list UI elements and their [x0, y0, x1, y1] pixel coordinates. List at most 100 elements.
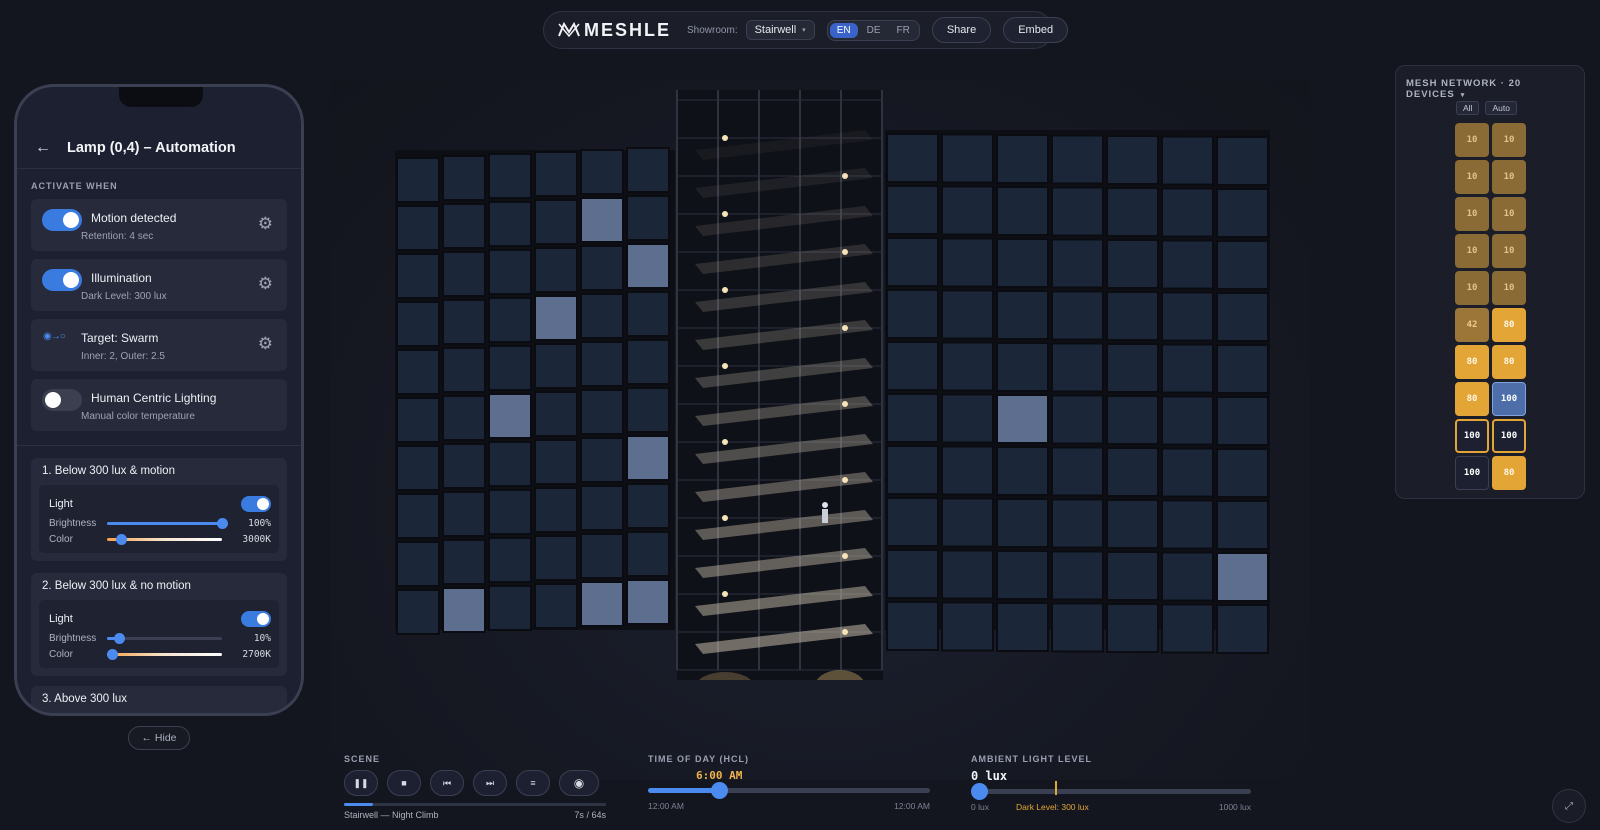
facade-panel — [886, 601, 939, 651]
ambient-min-label: 0 lux — [971, 802, 989, 812]
scene-label: SCENE — [344, 754, 381, 764]
light-toggle[interactable] — [241, 611, 271, 627]
mesh-device-cell[interactable]: 80 — [1455, 382, 1489, 416]
color-knob[interactable] — [106, 648, 118, 660]
facade-panel — [442, 203, 486, 249]
filter-auto[interactable]: Auto — [1485, 101, 1517, 115]
mesh-device-cell[interactable]: 10 — [1492, 123, 1526, 157]
scene-progress[interactable] — [344, 803, 606, 806]
mesh-device-cell[interactable]: 10 — [1492, 271, 1526, 305]
mesh-device-cell[interactable]: 80 — [1492, 345, 1526, 379]
share-button[interactable]: Share — [931, 17, 992, 43]
ceiling-light — [722, 211, 728, 217]
dark-level-label: Dark Level: 300 lux — [1016, 802, 1089, 812]
facade-panel — [1051, 290, 1104, 341]
ambient-light-label: AMBIENT LIGHT LEVEL — [971, 754, 1092, 764]
facade-panel — [941, 237, 994, 288]
list-button[interactable]: ≡ — [516, 770, 550, 796]
time-of-day-control: TIME OF DAY (HCL) 6:00 AM 12:00 AM 12:00… — [648, 754, 930, 811]
mesh-device-cell[interactable]: 10 — [1455, 160, 1489, 194]
facade-panel — [1161, 551, 1214, 602]
facade-panel — [1161, 239, 1214, 290]
mesh-network-panel: MESH NETWORK · 20 DEVICES ▾ All Auto 10 10… — [1395, 65, 1585, 499]
facade-panel — [626, 243, 670, 289]
view-button[interactable]: ◉ — [559, 770, 599, 796]
mesh-device-cell[interactable]: 10 — [1492, 197, 1526, 231]
mesh-device-cell[interactable]: 80 — [1455, 345, 1489, 379]
color-temperature-slider[interactable] — [107, 533, 222, 545]
mesh-device-cell[interactable]: 10 — [1455, 197, 1489, 231]
ambient-light-slider[interactable] — [971, 781, 1251, 800]
skip-forward-icon: ⏭ — [485, 777, 495, 788]
brightness-slider[interactable] — [107, 517, 228, 529]
facade-panel — [1106, 447, 1159, 497]
gear-icon[interactable]: ⚙ — [258, 214, 273, 234]
mesh-device-cell[interactable]: 80 — [1492, 308, 1526, 342]
color-temperature-slider[interactable] — [106, 648, 222, 660]
facade-panel — [534, 199, 578, 245]
mesh-device-cell[interactable]: 10 — [1455, 123, 1489, 157]
color-value: 3000K — [242, 533, 271, 545]
rule-3[interactable]: 3. Above 300 lux — [31, 686, 287, 713]
mesh-device-cell[interactable]: 100 — [1492, 382, 1526, 416]
mesh-device-cell[interactable]: 42 — [1455, 308, 1489, 342]
skip-back-button[interactable]: ⏮ — [430, 770, 464, 796]
color-knob[interactable] — [115, 533, 127, 545]
mesh-device-cell[interactable]: 100 — [1455, 419, 1489, 453]
facade-panel — [396, 301, 440, 347]
stop-button[interactable]: ■ — [387, 770, 421, 796]
color-row: Color 2700K — [49, 646, 271, 662]
brightness-slider[interactable] — [107, 632, 222, 644]
motion-toggle[interactable] — [42, 209, 82, 231]
lang-en[interactable]: EN — [829, 22, 858, 38]
building-3d-view[interactable] — [395, 90, 1285, 680]
embed-button[interactable]: Embed — [1003, 17, 1069, 43]
facade-panel — [488, 249, 532, 295]
facade-panel — [1051, 186, 1104, 237]
brightness-knob[interactable] — [113, 632, 125, 644]
facade-panel — [396, 541, 440, 587]
brightness-knob[interactable] — [217, 517, 228, 529]
hcl-toggle[interactable] — [42, 389, 82, 411]
lang-de[interactable]: DE — [860, 23, 888, 38]
ambient-light-knob[interactable] — [971, 783, 988, 800]
facade-panel — [580, 149, 624, 195]
facade-panel — [488, 345, 532, 391]
rule-title: 2. Below 300 lux & no motion — [42, 580, 191, 592]
facade-panel — [534, 487, 578, 533]
condition-target-swarm: ◉→○ Target: Swarm Inner: 2, Outer: 2.5 ⚙ — [31, 319, 287, 371]
facade-panel — [396, 253, 440, 299]
mesh-device-cell[interactable]: 100 — [1455, 456, 1489, 490]
facade-panel — [1051, 394, 1104, 445]
mesh-device-cell[interactable]: 80 — [1492, 456, 1526, 490]
mesh-device-cell[interactable]: 10 — [1455, 271, 1489, 305]
mesh-device-cell[interactable]: 10 — [1492, 160, 1526, 194]
facade-panel — [396, 589, 440, 635]
time-of-day-knob[interactable] — [710, 782, 728, 799]
light-toggle[interactable] — [241, 496, 271, 512]
mesh-device-cell[interactable]: 100 — [1492, 419, 1526, 453]
ambient-light-range: 0 lux Dark Level: 300 lux 1000 lux — [971, 802, 1251, 816]
facade-panel — [996, 394, 1049, 444]
pause-button[interactable]: ❚❚ — [344, 770, 378, 796]
fullscreen-button[interactable]: ⤢ — [1552, 789, 1586, 823]
hide-panel-button[interactable]: ← Hide — [128, 726, 190, 750]
facade-panel — [1051, 498, 1104, 549]
mesh-device-cell[interactable]: 10 — [1455, 234, 1489, 268]
mesh-network-title[interactable]: MESH NETWORK · 20 DEVICES ▾ — [1406, 78, 1584, 100]
gear-icon[interactable]: ⚙ — [258, 274, 273, 294]
filter-all[interactable]: All — [1456, 101, 1480, 115]
gear-icon[interactable]: ⚙ — [258, 334, 273, 354]
facade-panel — [534, 535, 578, 581]
skip-forward-button[interactable]: ⏭ — [473, 770, 507, 796]
brightness-value: 10% — [253, 632, 271, 644]
lang-fr[interactable]: FR — [890, 23, 917, 38]
facade-panel — [1216, 604, 1269, 654]
facade-panel — [626, 435, 670, 481]
time-of-day-slider[interactable] — [648, 782, 930, 799]
illumination-toggle[interactable] — [42, 269, 82, 291]
back-arrow-icon[interactable]: ← — [35, 139, 51, 157]
mesh-device-cell[interactable]: 10 — [1492, 234, 1526, 268]
showroom-select[interactable]: Stairwell ▾ — [745, 20, 815, 40]
facade-panel — [442, 587, 486, 633]
